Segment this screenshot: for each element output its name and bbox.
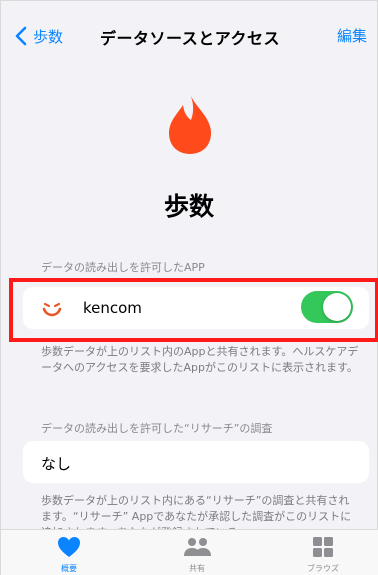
tab-browse[interactable]: ブラウズ	[283, 536, 363, 574]
screen: 歩数 データソースとアクセス 編集 歩数 データの読み出しを許可したAPP ke…	[0, 0, 378, 575]
heart-icon	[58, 537, 80, 557]
research-row: なし	[23, 441, 369, 483]
tab-bar: 概要 共有 ブラウズ	[1, 529, 378, 575]
read-access-footer: 歩数データが上のリスト内のAppと共有されます。ヘルスケアデータへのアクセスを要…	[41, 345, 359, 374]
edit-button[interactable]: 編集	[337, 25, 367, 46]
read-access-header: データの読み出しを許可したAPP	[41, 261, 205, 274]
tab-summary[interactable]: 概要	[29, 536, 109, 574]
highlight-box	[9, 278, 378, 342]
navigation-bar: 歩数 データソースとアクセス 編集	[1, 1, 378, 61]
people-icon	[184, 538, 211, 556]
grid-icon	[313, 537, 333, 557]
page-title: データソースとアクセス	[100, 29, 280, 48]
research-footer: 歩数データが上のリスト内にある“リサーチ”の調査と共有されます。“リサーチ” A…	[41, 494, 352, 529]
tab-label: 共有	[189, 564, 205, 573]
flame-icon	[169, 94, 211, 154]
hero-title: 歩数	[163, 192, 214, 221]
research-header: データの読み出しを許可した“リサーチ”の調査	[41, 422, 273, 435]
tab-label: 概要	[61, 564, 77, 573]
tab-label: ブラウズ	[307, 564, 339, 573]
tab-sharing[interactable]: 共有	[157, 536, 237, 574]
research-value: なし	[41, 455, 72, 473]
